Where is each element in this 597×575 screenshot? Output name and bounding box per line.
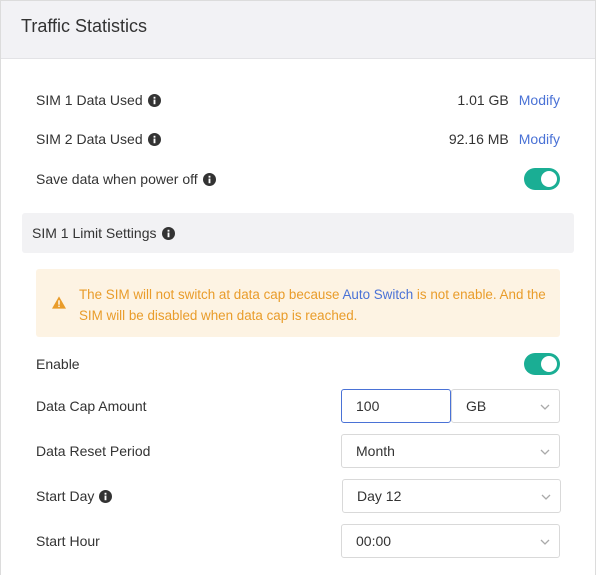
start-hour-value: 00:00 xyxy=(356,533,392,549)
toggle-knob xyxy=(541,356,557,372)
chevron-down-icon xyxy=(541,494,551,500)
data-cap-warning-alert: The SIM will not switch at data cap beca… xyxy=(36,269,560,337)
toggle-knob xyxy=(541,171,557,187)
info-icon[interactable] xyxy=(147,93,161,107)
traffic-statistics-panel: Traffic Statistics SIM 1 Data Used 1.01 … xyxy=(0,0,596,575)
chevron-down-icon xyxy=(540,404,550,410)
enable-toggle[interactable] xyxy=(524,353,560,375)
auto-switch-link[interactable]: Auto Switch xyxy=(342,287,413,302)
panel-header: Traffic Statistics xyxy=(1,1,595,59)
chevron-down-icon xyxy=(540,449,550,455)
enable-row: Enable xyxy=(36,350,560,378)
start-hour-label: Start Hour xyxy=(36,533,100,549)
warning-triangle-icon xyxy=(52,296,66,309)
alert-text-start: The SIM will not switch at data cap beca… xyxy=(79,287,343,302)
info-icon[interactable] xyxy=(161,226,175,240)
section-title: SIM 1 Limit Settings xyxy=(32,225,157,241)
data-cap-unit-value: GB xyxy=(466,398,487,414)
start-day-value: Day 12 xyxy=(357,488,402,504)
info-icon[interactable] xyxy=(99,489,113,503)
start-day-label: Start Day xyxy=(36,488,95,504)
data-cap-label: Data Cap Amount xyxy=(36,398,147,414)
data-cap-unit-select[interactable]: GB xyxy=(451,389,560,423)
sim1-usage-row: SIM 1 Data Used 1.01 GB Modify xyxy=(36,86,560,114)
data-cap-input[interactable]: 100 xyxy=(341,389,451,423)
info-icon[interactable] xyxy=(202,172,216,186)
sim1-usage-value: 1.01 GB xyxy=(457,92,509,108)
chevron-down-icon xyxy=(540,539,550,545)
start-day-select[interactable]: Day 12 xyxy=(342,479,561,513)
reset-period-select[interactable]: Month xyxy=(341,434,560,468)
save-data-toggle[interactable] xyxy=(524,168,560,190)
panel-title: Traffic Statistics xyxy=(21,16,148,36)
alert-message: The SIM will not switch at data cap beca… xyxy=(79,284,549,326)
sim2-modify-link[interactable]: Modify xyxy=(519,131,560,147)
save-data-row: Save data when power off xyxy=(36,165,560,193)
sim1-modify-link[interactable]: Modify xyxy=(519,92,560,108)
enable-label: Enable xyxy=(36,356,80,372)
data-cap-value: 100 xyxy=(356,398,380,414)
start-hour-select[interactable]: 00:00 xyxy=(341,524,560,558)
sim2-usage-row: SIM 2 Data Used 92.16 MB Modify xyxy=(36,125,560,153)
sim1-usage-label: SIM 1 Data Used xyxy=(36,92,143,108)
reset-period-label: Data Reset Period xyxy=(36,443,151,459)
sim1-limit-settings-section: SIM 1 Limit Settings xyxy=(22,213,574,253)
sim2-usage-label: SIM 2 Data Used xyxy=(36,131,143,147)
info-icon[interactable] xyxy=(147,132,161,146)
save-data-label: Save data when power off xyxy=(36,171,198,187)
sim2-usage-value: 92.16 MB xyxy=(448,131,509,147)
reset-period-value: Month xyxy=(356,443,395,459)
